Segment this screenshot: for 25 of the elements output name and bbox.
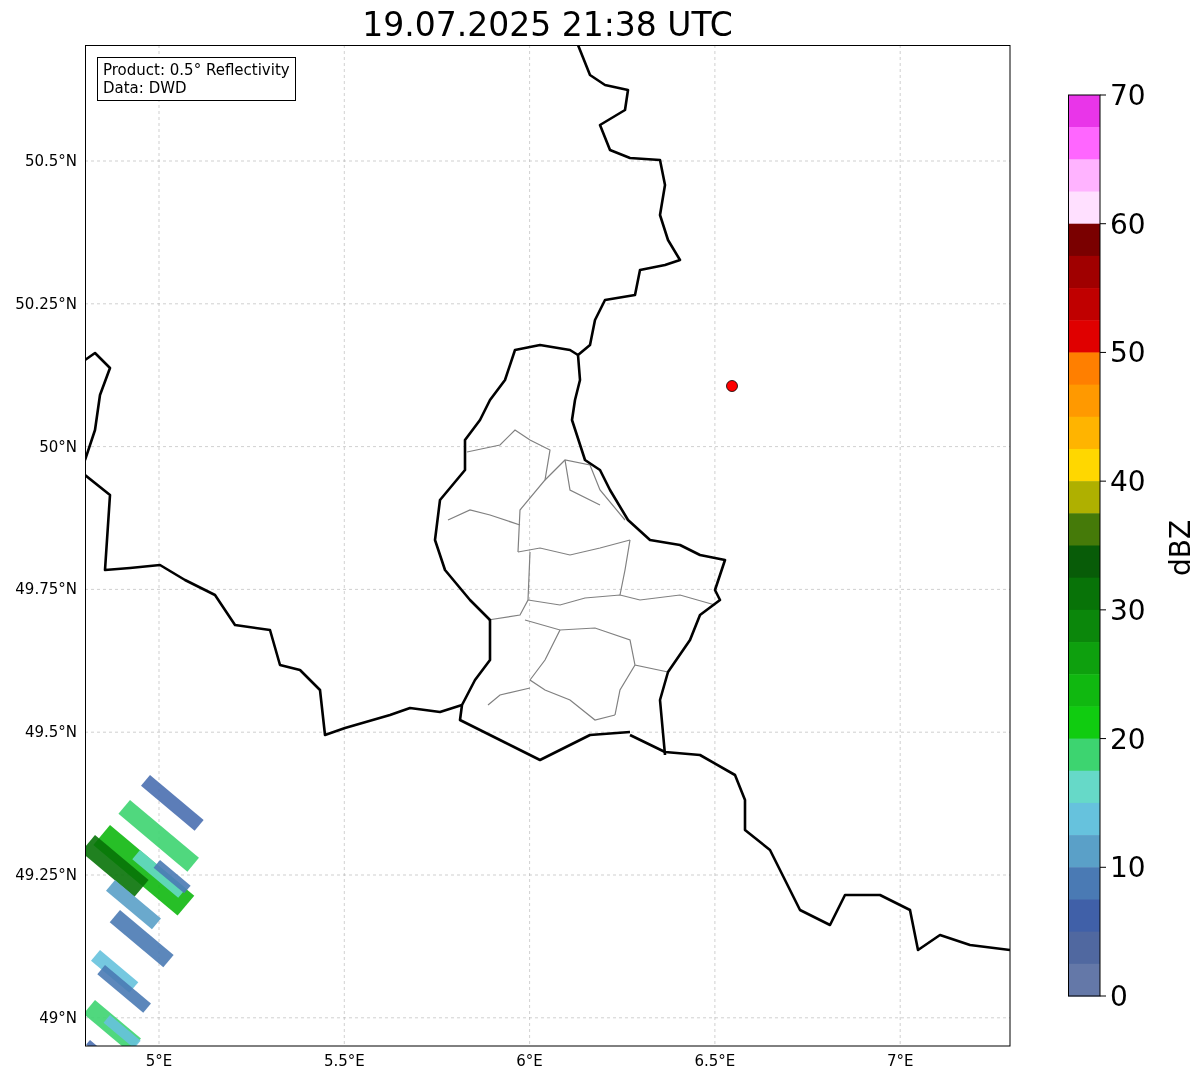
x-axis-tick-label: 7°E [886,1052,914,1070]
chart-title: 19.07.2025 21:38 UTC [362,6,733,45]
colorbar-tick-label: 60 [1110,207,1146,241]
colorbar-tick-label: 0 [1110,980,1128,1013]
y-axis-tick-label: 49°N [39,1008,77,1027]
x-axis-tick-label: 6.5°E [694,1052,736,1070]
info-text: Data: DWD [103,79,188,97]
colorbar-tick-label: 30 [1110,593,1146,627]
colorbar-tick-label: 50 [1110,336,1146,370]
x-axis-tick-label: 5.5°E [323,1052,365,1070]
colorbar-label: dBZ [1164,519,1197,577]
colorbar-tick-label: 70 [1110,79,1146,112]
y-axis-tick-label: 50.5°N [24,152,77,170]
colorbar-tick-label: 10 [1110,851,1146,885]
x-axis-tick-label: 6°E [516,1052,543,1070]
colorbar-tick-label: 20 [1110,722,1146,756]
radar-site-marker [726,380,738,392]
y-axis-tick-label: 49.25°N [15,866,77,884]
colorbar-tick-label: 40 [1110,465,1146,499]
y-axis-tick-label: 49.5°N [24,723,77,742]
info-text: Product: 0.5° Reflectivity [103,61,290,79]
x-axis-tick-label: 5°E [145,1052,173,1070]
y-axis-tick-label: 50.25°N [15,294,77,313]
y-axis-tick-label: 49.75°N [15,580,77,599]
y-axis-tick-label: 50°N [39,437,77,456]
